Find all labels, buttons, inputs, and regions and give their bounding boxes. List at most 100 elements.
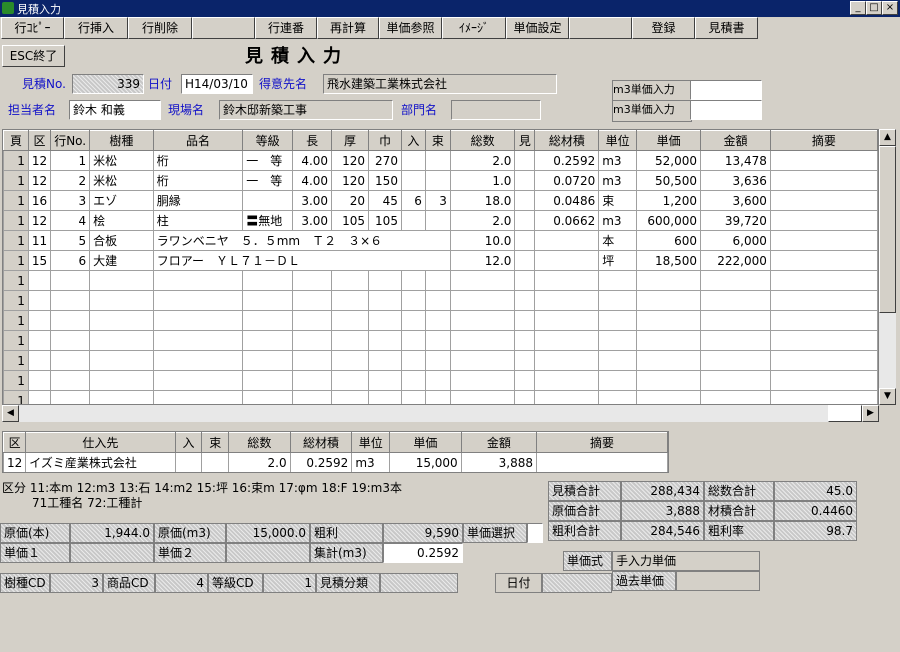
grid-col-header[interactable]: 行No.: [50, 130, 91, 151]
grid-cell[interactable]: 12: [27, 210, 52, 231]
supplier-col-header[interactable]: 区: [3, 432, 27, 453]
supplier-cell[interactable]: m3: [351, 452, 391, 472]
grid-cell[interactable]: [89, 310, 154, 331]
grid-cell[interactable]: [514, 390, 536, 404]
supplier-cell[interactable]: 15,000: [389, 452, 462, 472]
grid-cell[interactable]: [534, 330, 600, 351]
grid-cell[interactable]: [89, 350, 154, 371]
price-ref-button[interactable]: 単価参照: [379, 17, 442, 39]
grid-cell[interactable]: 12: [27, 170, 52, 191]
grid-cell[interactable]: [636, 330, 702, 351]
grid-cell[interactable]: [331, 370, 369, 391]
grid-cell[interactable]: [769, 150, 878, 171]
grid-cell[interactable]: 束: [598, 190, 638, 211]
grid-cell[interactable]: [598, 310, 638, 331]
grid-cell[interactable]: [89, 270, 154, 291]
grid-cell[interactable]: [700, 330, 771, 351]
grid-cell[interactable]: 〓無地: [242, 210, 294, 231]
grid-col-header[interactable]: 等級: [242, 130, 294, 151]
grid-cell[interactable]: [242, 390, 294, 404]
supplier-col-header[interactable]: 単価: [389, 432, 462, 453]
grid-cell[interactable]: [152, 370, 244, 391]
grid-cell[interactable]: [27, 330, 52, 351]
grid-cell[interactable]: 3,636: [700, 170, 771, 191]
grid-cell[interactable]: [152, 330, 244, 351]
supplier-col-header[interactable]: 総数: [228, 432, 291, 453]
grid-cell[interactable]: 坪: [598, 250, 638, 271]
grid-cell[interactable]: [292, 350, 333, 371]
grid-cell[interactable]: 222,000: [700, 250, 771, 271]
supplier-col-header[interactable]: 入: [174, 432, 203, 453]
grid-cell[interactable]: [514, 150, 536, 171]
grid-cell[interactable]: [27, 270, 52, 291]
grid-cell[interactable]: [449, 370, 516, 391]
grid-cell[interactable]: 10.0: [449, 230, 516, 251]
empty-button-2[interactable]: [569, 17, 632, 39]
scroll-h-thumb[interactable]: [828, 405, 862, 422]
grid-cell[interactable]: [534, 350, 600, 371]
price-setting-button[interactable]: 単価設定: [506, 17, 569, 39]
grid-cell[interactable]: [636, 370, 702, 391]
grid-cell[interactable]: 3.00: [292, 210, 333, 231]
grid-cell[interactable]: [449, 330, 516, 351]
grid-cell[interactable]: 3,600: [700, 190, 771, 211]
grid-cell[interactable]: [598, 370, 638, 391]
scroll-up-icon[interactable]: ▲: [879, 129, 896, 146]
grid-cell[interactable]: [598, 330, 638, 351]
grid-cell[interactable]: 1: [3, 190, 29, 211]
grid-cell[interactable]: [769, 290, 878, 311]
grid-cell[interactable]: 桁: [152, 150, 244, 171]
grid-cell[interactable]: [534, 370, 600, 391]
grid-cell[interactable]: [449, 390, 516, 404]
site-field[interactable]: 鈴木邸新築工事: [219, 100, 393, 120]
grid-col-header[interactable]: 総数: [449, 130, 516, 151]
grid-cell[interactable]: 0.0662: [534, 210, 600, 231]
grid-cell[interactable]: [50, 330, 91, 351]
grid-cell[interactable]: [331, 290, 369, 311]
supplier-cell[interactable]: [536, 452, 668, 472]
grid-cell[interactable]: [400, 270, 426, 291]
grid-cell[interactable]: 6,000: [700, 230, 771, 251]
grid-cell[interactable]: [89, 390, 154, 404]
grid-cell[interactable]: [769, 390, 878, 404]
grid-col-header[interactable]: 総材積: [534, 130, 600, 151]
grid-row[interactable]: 1: [3, 350, 878, 371]
grid-cell[interactable]: 柱: [152, 210, 244, 231]
grid-cell[interactable]: [400, 310, 426, 331]
grid-cell[interactable]: [534, 250, 600, 271]
grid-cell[interactable]: 16: [27, 190, 52, 211]
grid-cell[interactable]: [27, 290, 52, 311]
grid-cell[interactable]: [152, 310, 244, 331]
grid-cell[interactable]: 米松: [89, 170, 154, 191]
grid-cell[interactable]: 1: [3, 230, 29, 251]
grid-cell[interactable]: 1: [3, 330, 29, 351]
supplier-cell[interactable]: イズミ産業株式会社: [25, 452, 176, 472]
supplier-col-header[interactable]: 総材積: [289, 432, 353, 453]
grid-row[interactable]: 1 12 1 米松桁一 等 4.00 120 270 2.0 0.2592 m3 52,000 13,…: [3, 150, 878, 171]
grid-cell[interactable]: [534, 270, 600, 291]
scroll-left-icon[interactable]: ◀: [2, 405, 19, 422]
grid-cell[interactable]: [514, 310, 536, 331]
grid-cell[interactable]: [598, 350, 638, 371]
grid-cell[interactable]: 1: [3, 210, 29, 231]
grid-cell[interactable]: [424, 170, 451, 191]
grid-cell[interactable]: [700, 290, 771, 311]
grid-cell[interactable]: 2.0: [449, 210, 516, 231]
supplier-col-header[interactable]: 仕入先: [25, 432, 176, 453]
grid-cell[interactable]: 5: [50, 230, 91, 251]
grid-cell[interactable]: [331, 270, 369, 291]
grid-cell[interactable]: [367, 370, 402, 391]
grid-cell[interactable]: [700, 390, 771, 404]
grid-cell[interactable]: [400, 170, 426, 191]
grid-col-header[interactable]: 樹種: [89, 130, 154, 151]
grid-cell[interactable]: [514, 230, 536, 251]
recalc-button[interactable]: 再計算: [317, 17, 379, 39]
calc-m3-value[interactable]: 0.2592: [383, 543, 463, 563]
grid-cell[interactable]: ラワンベニヤ ５．５mm Ｔ２ ３×６: [152, 230, 451, 251]
grid-cell[interactable]: [400, 370, 426, 391]
supplier-cell[interactable]: 0.2592: [289, 452, 353, 472]
grid-cell[interactable]: 50,500: [636, 170, 702, 191]
grid-cell[interactable]: [449, 310, 516, 331]
grid-cell[interactable]: 13,478: [700, 150, 771, 171]
grid-cell[interactable]: 3.00: [292, 190, 333, 211]
